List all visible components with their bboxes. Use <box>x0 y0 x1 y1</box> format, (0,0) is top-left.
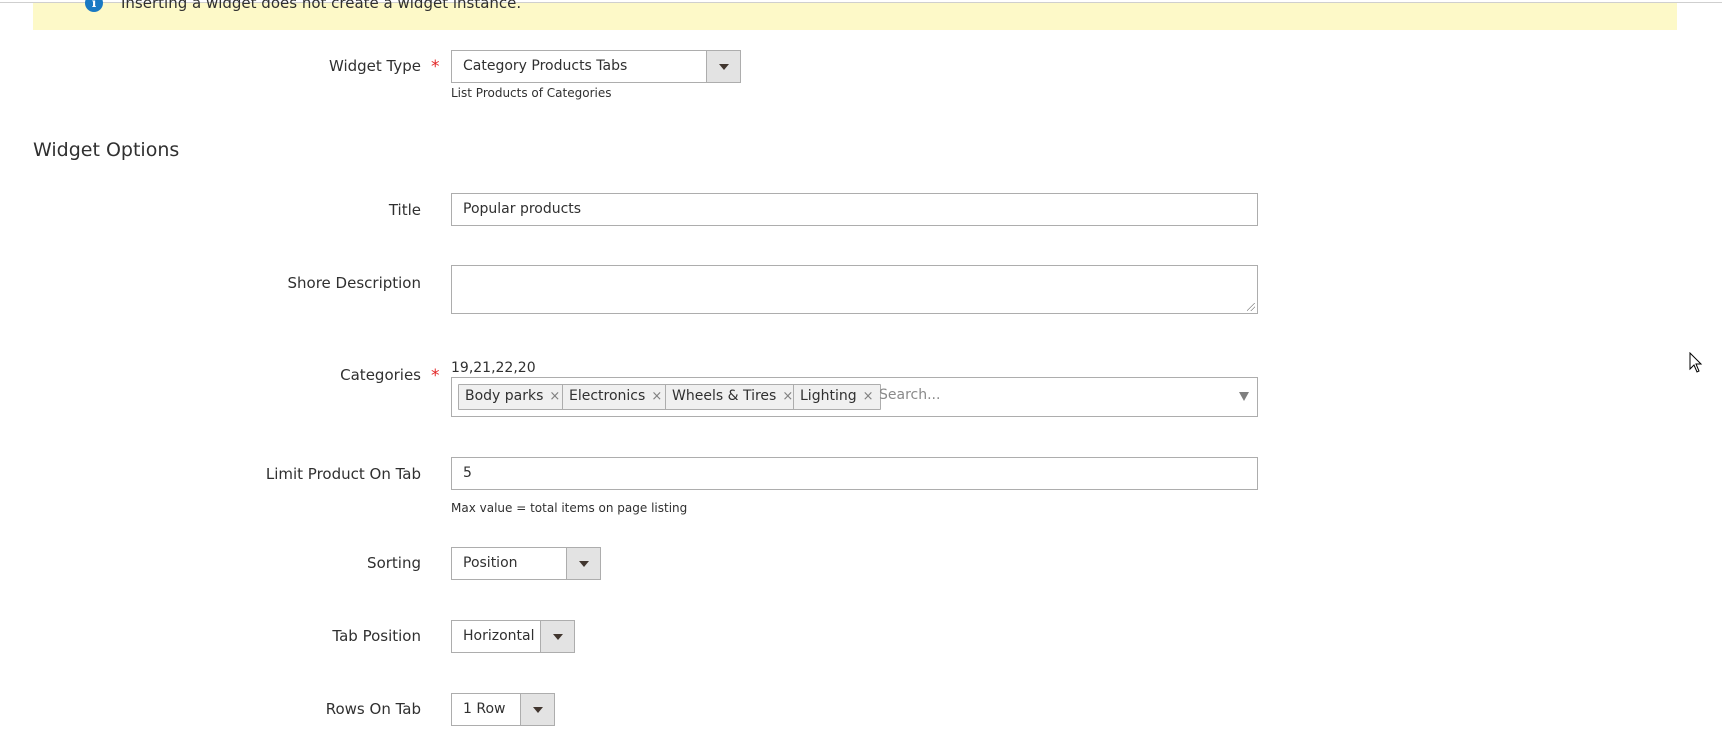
sorting-value: Position <box>463 555 518 571</box>
required-mark: * <box>431 57 440 77</box>
limit-product-value: 5 <box>463 465 472 481</box>
chip-label: Body parks <box>465 388 544 404</box>
categories-multiselect[interactable]: Body parks × Electronics × Wheels & Tires ×… <box>451 377 1258 417</box>
limit-product-hint: Max value = total items on page listing <box>451 501 688 515</box>
chevron-down-icon[interactable] <box>566 548 600 579</box>
chevron-down-icon[interactable] <box>540 621 574 652</box>
info-icon: i <box>85 0 103 12</box>
categories-label: Categories <box>340 366 421 384</box>
title-input[interactable]: Popular products <box>451 193 1258 226</box>
close-icon[interactable]: × <box>863 389 874 404</box>
rows-on-tab-value: 1 Row <box>463 701 506 717</box>
resize-grip-icon[interactable] <box>1247 303 1255 311</box>
short-description-textarea[interactable] <box>451 265 1258 314</box>
mouse-cursor-icon <box>1689 352 1703 373</box>
chevron-down-icon[interactable] <box>520 694 554 725</box>
category-chip: Body parks × <box>458 384 568 410</box>
section-title-widget-options: Widget Options <box>33 139 180 161</box>
limit-product-input[interactable]: 5 <box>451 457 1258 490</box>
widget-type-hint: List Products of Categories <box>451 86 612 100</box>
chevron-down-icon[interactable] <box>706 51 740 82</box>
tab-position-label: Tab Position <box>332 627 421 645</box>
widget-type-label: Widget Type <box>328 57 421 75</box>
notice-text: Inserting a widget does not create a wid… <box>121 0 522 12</box>
close-icon[interactable]: × <box>549 389 560 404</box>
title-value: Popular products <box>463 201 582 217</box>
sorting-select[interactable]: Position <box>451 547 601 580</box>
chevron-down-icon[interactable] <box>1239 392 1249 401</box>
tab-position-value: Horizontal <box>463 628 535 644</box>
rows-on-tab-label: Rows On Tab <box>325 700 421 718</box>
sorting-label: Sorting <box>367 554 421 572</box>
short-description-label: Shore Description <box>287 274 421 292</box>
widget-type-value: Category Products Tabs <box>463 58 628 74</box>
category-chip: Lighting × <box>793 384 881 410</box>
title-label: Title <box>388 201 421 219</box>
category-chip: Wheels & Tires × <box>665 384 801 410</box>
rows-on-tab-select[interactable]: 1 Row <box>451 693 555 726</box>
widget-type-select[interactable]: Category Products Tabs <box>451 50 741 83</box>
chip-label: Lighting <box>800 388 857 404</box>
category-chip: Electronics × <box>562 384 670 410</box>
tab-position-select[interactable]: Horizontal <box>451 620 575 653</box>
categories-search-input[interactable]: Search... <box>879 387 940 403</box>
close-icon[interactable]: × <box>782 389 793 404</box>
chip-label: Wheels & Tires <box>672 388 777 404</box>
required-mark: * <box>431 366 440 386</box>
chip-label: Electronics <box>569 388 646 404</box>
info-notice: i Inserting a widget does not create a w… <box>33 0 1677 30</box>
close-icon[interactable]: × <box>651 389 662 404</box>
limit-product-label: Limit Product On Tab <box>265 465 421 483</box>
category-ids: 19,21,22,20 <box>451 360 536 376</box>
